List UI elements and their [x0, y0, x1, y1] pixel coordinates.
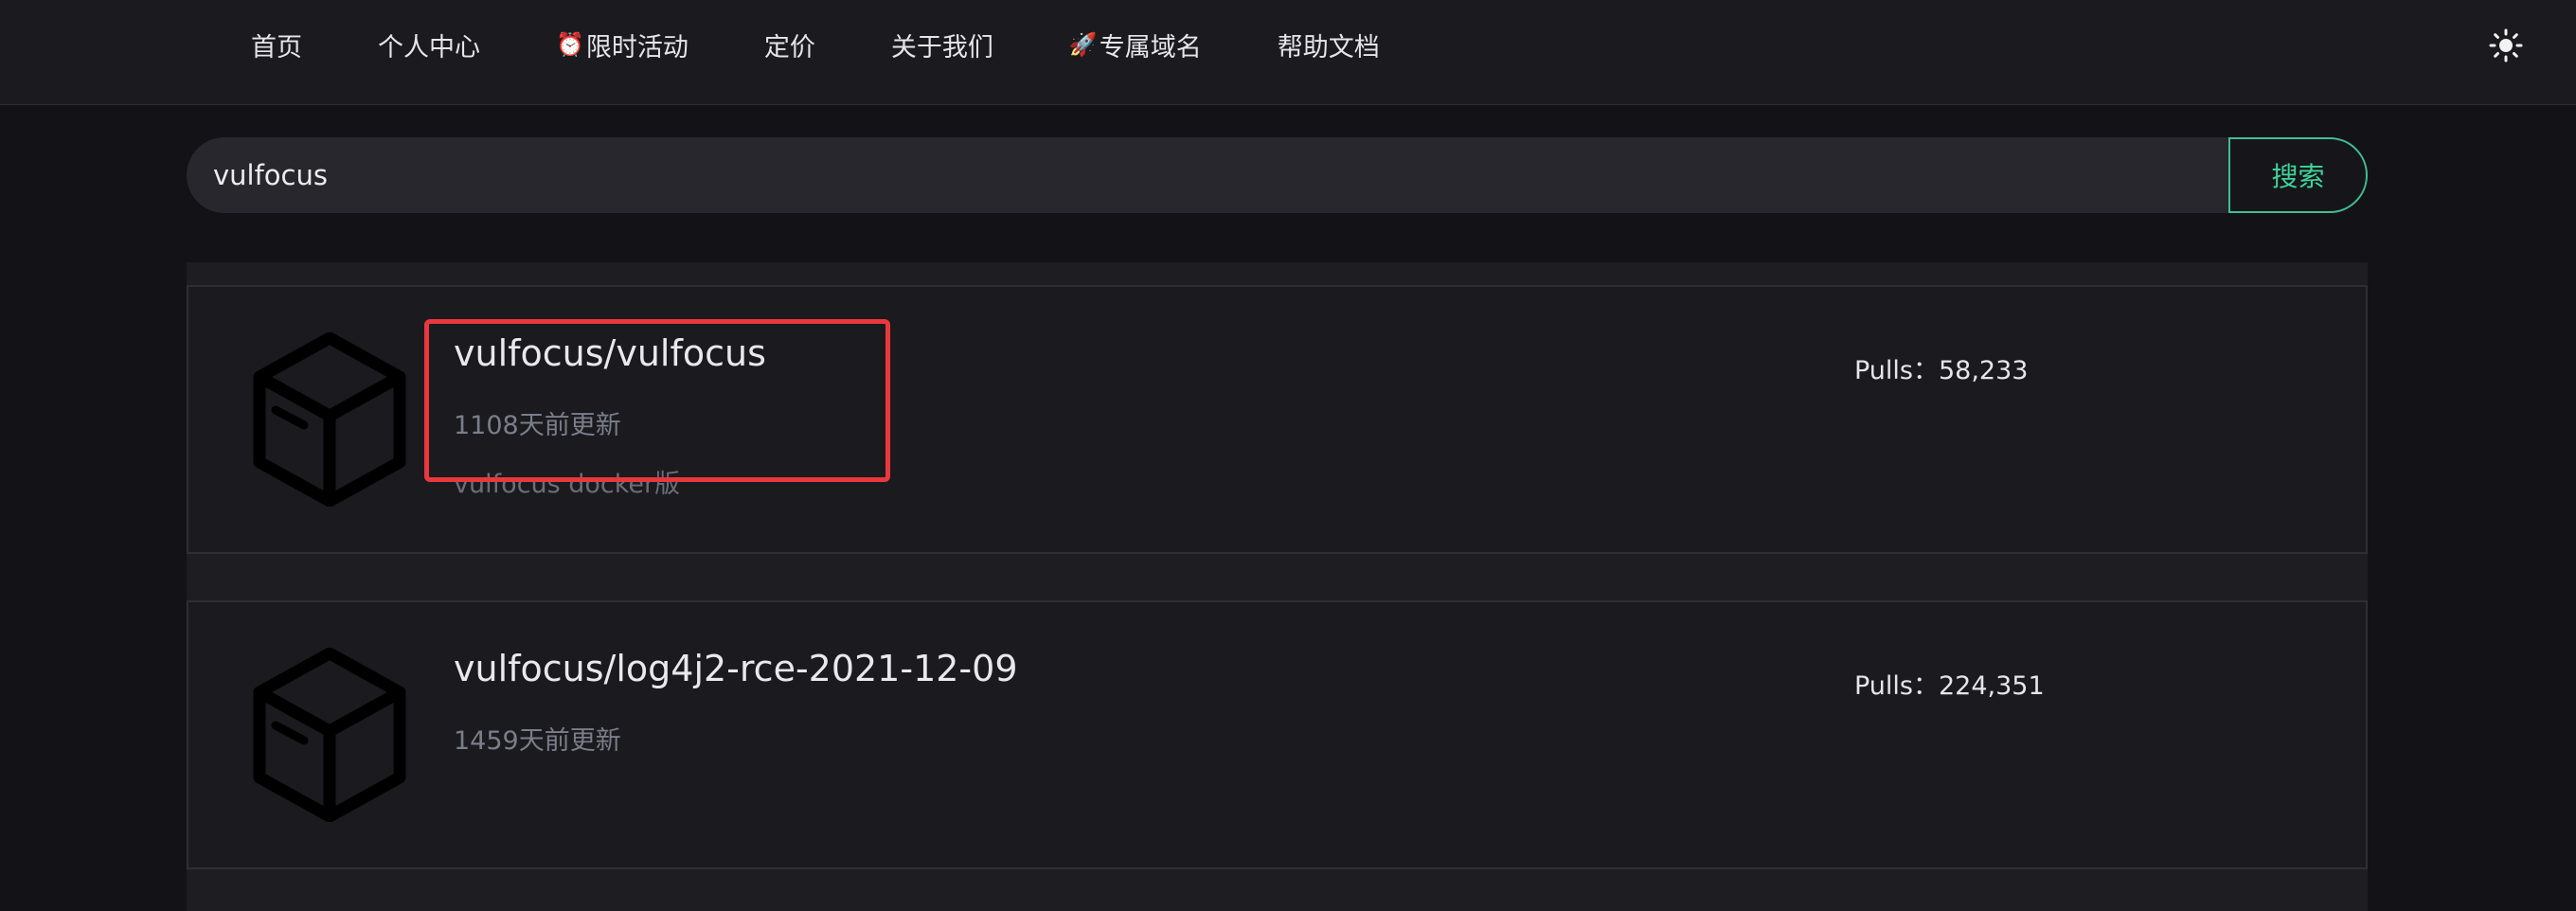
result-card[interactable]: vulfocus/log4j2-rce-2021-12-09 1459天前更新 … — [187, 600, 2368, 869]
result-updated-time: 1108天前更新 — [454, 411, 621, 440]
package-box-icon — [253, 648, 406, 822]
search-input[interactable] — [187, 137, 2230, 213]
alarm-clock-icon: ⏰ — [556, 31, 584, 58]
result-description: vulfocus docker版 — [454, 470, 681, 499]
top-navbar: 首页 个人中心 ⏰ 限时活动 定价 关于我们 🚀 专属域名 帮助文档 — [0, 0, 2576, 105]
nav-item-pricing[interactable]: 定价 — [764, 27, 815, 63]
nav-item-label: 定价 — [763, 32, 815, 63]
search-bar: 搜索 — [187, 137, 2368, 213]
result-pulls-count: Pulls：224,351 — [1854, 671, 2045, 701]
result-updated-time: 1459天前更新 — [454, 726, 621, 756]
nav-item-label: 关于我们 — [890, 32, 993, 63]
nav-item-label: 限时活动 — [585, 32, 689, 63]
nav-item-profile[interactable]: 个人中心 — [378, 27, 480, 63]
theme-toggle-button[interactable] — [2487, 27, 2525, 64]
result-card[interactable]: vulfocus/vulfocus 1108天前更新 vulfocus dock… — [187, 285, 2368, 554]
sun-icon — [2489, 28, 2523, 63]
rocket-icon: 🚀 — [1068, 31, 1098, 58]
nav-item-home[interactable]: 首页 — [251, 27, 302, 63]
results-list: vulfocus/vulfocus 1108天前更新 vulfocus dock… — [187, 262, 2368, 911]
nav-item-custom-domain[interactable]: 🚀 专属域名 — [1069, 27, 1202, 63]
main-nav: 首页 个人中心 ⏰ 限时活动 定价 关于我们 🚀 专属域名 帮助文档 — [251, 0, 1456, 89]
result-title[interactable]: vulfocus/log4j2-rce-2021-12-09 — [454, 648, 1018, 689]
search-button[interactable]: 搜索 — [2228, 137, 2368, 213]
nav-item-label: 专属域名 — [1099, 32, 1202, 63]
result-pulls-count: Pulls：58,233 — [1854, 356, 2029, 385]
nav-item-label: 个人中心 — [378, 32, 480, 63]
result-title[interactable]: vulfocus/vulfocus — [454, 332, 766, 374]
nav-item-label: 首页 — [251, 32, 302, 63]
package-box-icon — [253, 332, 406, 507]
nav-item-label: 帮助文档 — [1277, 32, 1380, 63]
nav-item-help-docs[interactable]: 帮助文档 — [1278, 27, 1380, 63]
nav-item-about[interactable]: 关于我们 — [891, 27, 993, 63]
nav-item-limited-event[interactable]: ⏰ 限时活动 — [556, 27, 689, 63]
